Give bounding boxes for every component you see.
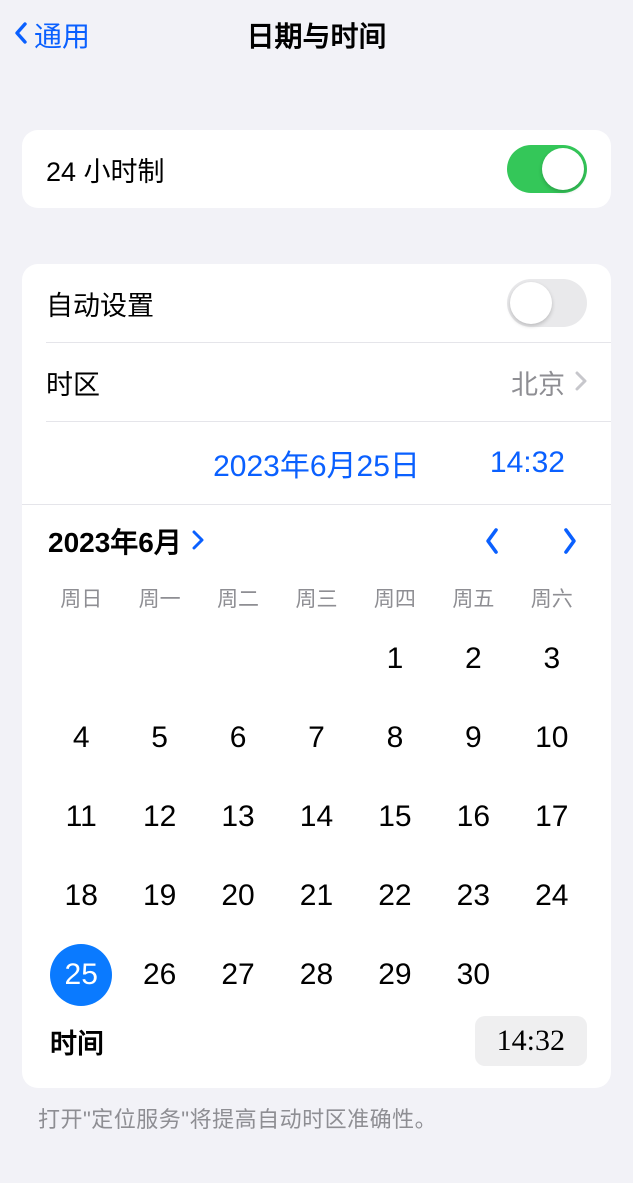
page-title: 日期与时间 (246, 15, 386, 55)
calendar-day[interactable]: 17 (513, 777, 591, 856)
calendar-day[interactable]: 18 (42, 856, 120, 935)
calendar-day[interactable]: 27 (199, 935, 277, 1014)
calendar-day[interactable]: 20 (199, 856, 277, 935)
calendar-day[interactable]: 4 (42, 698, 120, 777)
calendar-day[interactable]: 21 (277, 856, 355, 935)
month-label: 2023年6月 (48, 521, 182, 561)
time-label: 时间 (50, 1022, 104, 1061)
calendar-day[interactable]: 16 (434, 777, 512, 856)
timezone-row[interactable]: 时区 北京 (22, 343, 611, 421)
calendar-day[interactable]: 23 (434, 856, 512, 935)
selected-date: 2023年6月25日 (213, 441, 420, 485)
auto-set-toggle[interactable] (507, 279, 587, 327)
calendar-day[interactable]: 7 (277, 698, 355, 777)
calendar-day[interactable]: 24 (513, 856, 591, 935)
weekday-header: 周日 (42, 579, 120, 619)
next-month-button[interactable] (555, 526, 585, 556)
calendar-day[interactable]: 14 (277, 777, 355, 856)
back-button[interactable]: 通用 (14, 15, 90, 55)
month-selector[interactable]: 2023年6月 (48, 521, 204, 561)
calendar-day[interactable]: 3 (513, 619, 591, 698)
chevron-right-icon (192, 525, 204, 557)
time-picker[interactable]: 14:32 (475, 1016, 587, 1066)
calendar-day[interactable]: 28 (277, 935, 355, 1014)
calendar-day[interactable]: 25 (42, 935, 120, 1014)
chevron-right-icon (575, 367, 587, 398)
calendar-day[interactable]: 26 (120, 935, 198, 1014)
calendar-day[interactable]: 11 (42, 777, 120, 856)
calendar-day[interactable]: 1 (356, 619, 434, 698)
weekday-header: 周四 (356, 579, 434, 619)
timezone-value: 北京 (511, 363, 565, 402)
calendar-day[interactable]: 13 (199, 777, 277, 856)
chevron-left-icon (14, 19, 28, 51)
weekday-header: 周三 (277, 579, 355, 619)
calendar-day[interactable]: 2 (434, 619, 512, 698)
weekday-header: 周五 (434, 579, 512, 619)
calendar-day[interactable]: 15 (356, 777, 434, 856)
calendar-day[interactable]: 29 (356, 935, 434, 1014)
weekday-header: 周六 (513, 579, 591, 619)
back-label: 通用 (34, 15, 90, 55)
calendar-day[interactable]: 19 (120, 856, 198, 935)
calendar-day[interactable]: 22 (356, 856, 434, 935)
auto-set-label: 自动设置 (46, 284, 154, 323)
prev-month-button[interactable] (477, 526, 507, 556)
hour24-toggle[interactable] (507, 145, 587, 193)
hour24-label: 24 小时制 (46, 150, 165, 189)
timezone-label: 时区 (46, 363, 100, 402)
calendar-day[interactable]: 10 (513, 698, 591, 777)
footer-note: 打开"定位服务"将提高自动时区准确性。 (0, 1088, 633, 1134)
calendar-day[interactable]: 6 (199, 698, 277, 777)
calendar-day[interactable]: 30 (434, 935, 512, 1014)
calendar-day[interactable]: 12 (120, 777, 198, 856)
calendar-day[interactable]: 9 (434, 698, 512, 777)
weekday-header: 周二 (199, 579, 277, 619)
weekday-header: 周一 (120, 579, 198, 619)
datetime-display-row[interactable]: 2023年6月25日 14:32 (22, 422, 611, 504)
calendar-day[interactable]: 8 (356, 698, 434, 777)
calendar-day[interactable]: 5 (120, 698, 198, 777)
selected-time: 14:32 (490, 446, 565, 480)
